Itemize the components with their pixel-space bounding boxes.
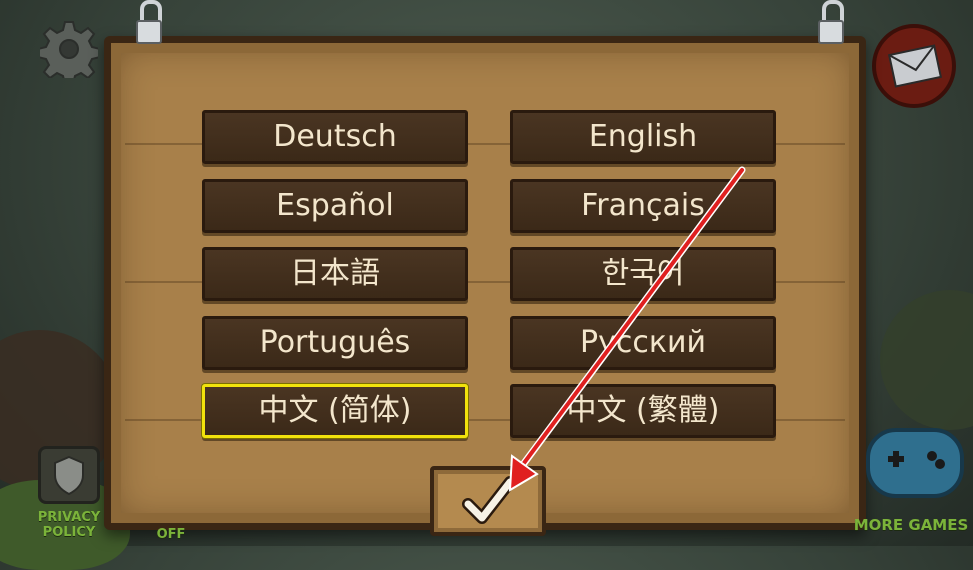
language-button-deutsch[interactable]: Deutsch: [202, 110, 468, 164]
language-button-english[interactable]: English: [510, 110, 776, 164]
background-hill: [880, 290, 973, 430]
language-button-chinese-traditional[interactable]: 中文 (繁體): [510, 384, 776, 438]
language-button-korean[interactable]: 한국어: [510, 247, 776, 301]
more-games-label[interactable]: MORE GAMES: [850, 518, 972, 533]
gear-icon[interactable]: [40, 20, 98, 78]
checkmark-icon: [462, 476, 516, 524]
mail-icon: [887, 44, 943, 88]
hook-left: [136, 0, 162, 46]
language-button-japanese[interactable]: 日本語: [202, 247, 468, 301]
language-button-francais[interactable]: Français: [510, 179, 776, 233]
language-button-chinese-simplified[interactable]: 中文 (简体): [202, 384, 468, 438]
privacy-policy-button[interactable]: [38, 446, 100, 504]
gamepad-icon: [888, 451, 945, 469]
hook-right: [818, 0, 844, 46]
privacy-policy-label[interactable]: PRIVACY POLICY: [34, 510, 104, 540]
shield-icon: [54, 455, 84, 496]
language-button-russian[interactable]: Русский: [510, 316, 776, 370]
language-button-portugues[interactable]: Português: [202, 316, 468, 370]
more-games-button[interactable]: [866, 428, 964, 498]
mail-button[interactable]: [872, 24, 956, 108]
off-label: OFF: [156, 527, 186, 542]
language-button-espanol[interactable]: Español: [202, 179, 468, 233]
